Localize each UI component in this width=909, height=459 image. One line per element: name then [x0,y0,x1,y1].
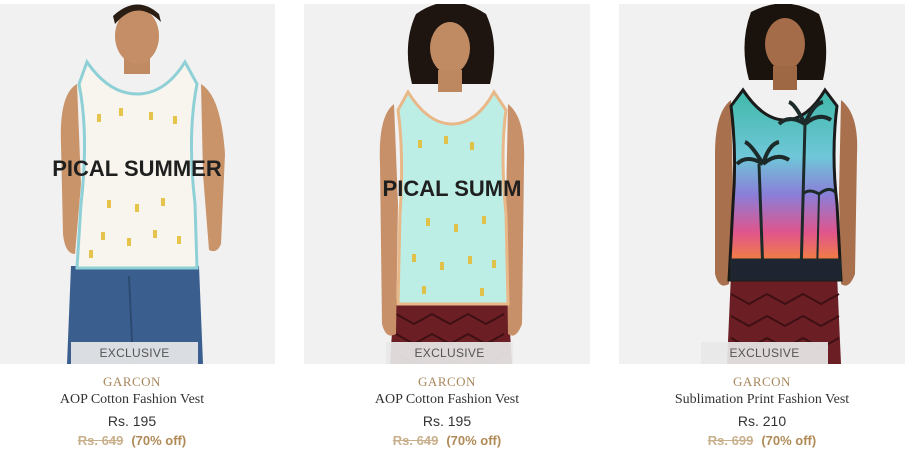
product-image[interactable]: PICAL SUMM EXCLUSIVE [304,4,590,364]
exclusive-badge: EXCLUSIVE [71,342,198,364]
original-price: Rs. 699 [707,433,754,448]
discount-label: (70% off) [131,433,187,448]
product-image[interactable]: PICAL SUMMER EXCLUSIVE [0,4,275,364]
product-brand[interactable]: GARCON [619,374,905,390]
model-photo [619,4,905,364]
product-card[interactable]: EXCLUSIVE GARCON Sublimation Print Fashi… [619,4,905,459]
original-price: Rs. 649 [392,433,439,448]
discount-label: (70% off) [761,433,817,448]
product-price: Rs. 195 [422,413,472,429]
product-price: Rs. 195 [107,413,157,429]
price-details: Rs. 649 (70% off) [304,433,590,448]
model-photo: PICAL SUMM [304,4,590,364]
product-card[interactable]: PICAL SUMM EXCLUSIVE GARCON AOP Cotton F… [304,4,590,459]
vest-print-text: PICAL SUMMER [52,156,222,181]
exclusive-badge: EXCLUSIVE [701,342,828,364]
vest-print-text: PICAL SUMM [383,176,522,201]
price-details: Rs. 649 (70% off) [0,433,275,448]
product-price: Rs. 210 [737,413,787,429]
product-card[interactable]: PICAL SUMMER EXCLUSIVE GARCON AOP Cotton… [0,4,275,459]
original-price: Rs. 649 [77,433,124,448]
product-brand[interactable]: GARCON [0,374,275,390]
product-name[interactable]: AOP Cotton Fashion Vest [0,392,275,408]
discount-label: (70% off) [446,433,502,448]
product-name[interactable]: Sublimation Print Fashion Vest [619,392,905,408]
model-photo: PICAL SUMMER [0,4,275,364]
exclusive-badge: EXCLUSIVE [386,342,513,364]
price-details: Rs. 699 (70% off) [619,433,905,448]
product-name[interactable]: AOP Cotton Fashion Vest [304,392,590,408]
product-image[interactable]: EXCLUSIVE [619,4,905,364]
product-brand[interactable]: GARCON [304,374,590,390]
